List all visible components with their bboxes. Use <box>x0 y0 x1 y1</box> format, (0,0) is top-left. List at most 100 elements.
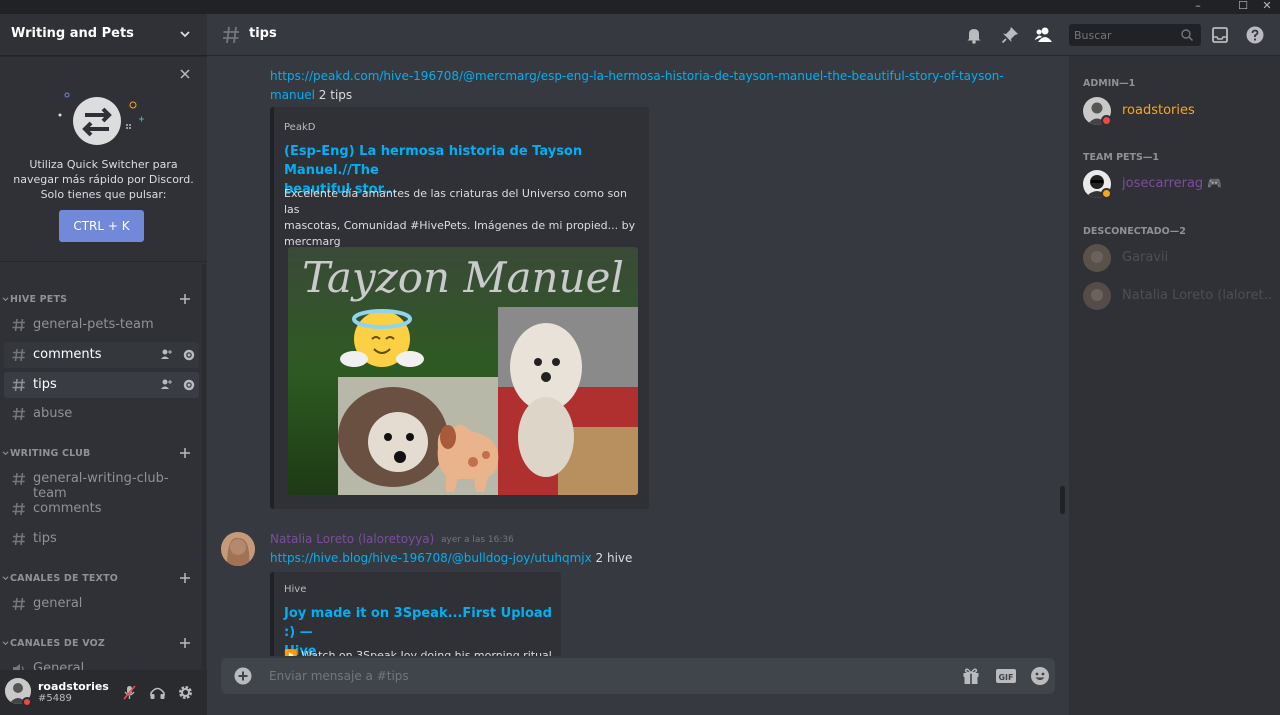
message: https://hive.blog/hive-196708/@bulldog-j… <box>270 549 1030 568</box>
headphones-icon[interactable] <box>149 684 166 701</box>
qs-line: Solo tienes que pulsar: <box>40 188 167 201</box>
message-input[interactable] <box>269 658 949 694</box>
add-channel-icon[interactable] <box>178 571 192 585</box>
chevron-down-icon <box>2 297 9 302</box>
help-icon[interactable] <box>1245 25 1265 45</box>
swap-arrows-icon <box>58 92 144 145</box>
maximize-button[interactable]: ☐ <box>1232 0 1254 14</box>
embed-description: Excelente día amantes de las criaturas d… <box>284 186 639 250</box>
message-link[interactable]: https://peakd.com/hive-196708/@mercmarg/… <box>270 69 1004 83</box>
members-icon[interactable] <box>1034 25 1054 45</box>
hash-icon <box>12 472 25 486</box>
messages-scrollbar-thumb[interactable] <box>1060 486 1065 514</box>
category-label: CANALES DE TEXTO <box>10 573 119 584</box>
member-group-label: ADMIN—1 <box>1083 78 1136 89</box>
embed-desc-line: ▶️ Watch on 3Speak Joy doing his morning… <box>284 649 552 656</box>
embed-provider: PeakD <box>284 122 316 133</box>
hash-icon <box>12 597 25 611</box>
channel-title: tips <box>249 26 277 41</box>
gamepad-icon: 🎮 <box>1207 176 1223 190</box>
channel-abuse[interactable]: abuse <box>4 401 199 427</box>
avatar[interactable] <box>221 532 255 566</box>
quick-switcher-shortcut-button[interactable]: CTRL + K <box>59 210 144 242</box>
guild-name: Writing and Pets <box>11 26 134 41</box>
member-name: Garavii <box>1122 250 1169 265</box>
add-attachment-icon[interactable] <box>234 667 252 685</box>
message-link[interactable]: https://hive.blog/hive-196708/@bulldog-j… <box>270 551 592 565</box>
category-writing-club[interactable]: WRITING CLUB <box>0 445 200 463</box>
minimize-button[interactable]: – <box>1187 0 1209 14</box>
channel-list: HIVE PETS general-pets-team comments tip… <box>0 272 207 672</box>
embed-title-line: Joy made it on 3Speak...First Upload :) … <box>284 606 552 640</box>
channel-general-pets-team[interactable]: general-pets-team <box>4 312 199 338</box>
dnd-status-icon <box>22 697 32 707</box>
hash-icon <box>12 532 25 546</box>
embed-provider: Hive <box>284 584 307 595</box>
user-panel: roadstories #5489 <box>0 670 207 715</box>
discord-app: – ☐ ✕ Writing and Pets Utiliza Quick Swi… <box>0 0 1280 715</box>
channel-tips[interactable]: tips <box>4 372 199 398</box>
embed-image[interactable]: Tayzon Manuel <box>288 247 638 495</box>
add-channel-icon[interactable] <box>178 446 192 460</box>
chevron-down-icon <box>2 641 9 646</box>
channel-general-writing-club-team[interactable]: general-writing-club-team <box>4 466 199 501</box>
link-embed: Hive Joy made it on 3Speak...First Uploa… <box>270 572 561 656</box>
close-icon[interactable] <box>178 67 192 81</box>
bell-icon[interactable] <box>964 25 984 45</box>
category-canales-de-texto[interactable]: CANALES DE TEXTO <box>0 570 200 588</box>
category-label: HIVE PETS <box>10 294 68 305</box>
channel-comments[interactable]: comments <box>4 496 199 522</box>
gear-icon[interactable] <box>177 684 194 701</box>
message-timestamp: ayer a las 16:36 <box>441 535 514 545</box>
message-text: 2 tips <box>314 88 353 102</box>
hash-icon <box>12 348 25 362</box>
embed-title-line: (Esp-Eng) La hermosa historia de Tayson … <box>284 144 583 178</box>
member-group-label: DESCONECTADO—2 <box>1083 226 1186 237</box>
channel-comments[interactable]: comments <box>4 342 199 368</box>
guild-header[interactable]: Writing and Pets <box>0 14 207 56</box>
message-link-continued[interactable]: manuel <box>270 88 315 102</box>
user-tag: #5489 <box>38 693 72 704</box>
gift-icon[interactable] <box>961 666 981 686</box>
search-box <box>1069 24 1201 46</box>
gif-icon[interactable]: GIF <box>995 666 1017 686</box>
quick-switcher-text: Utiliza Quick Switcher para navegar más … <box>8 157 199 202</box>
channel-label: abuse <box>33 406 73 421</box>
invite-settings-icons[interactable] <box>160 348 196 362</box>
search-icon[interactable] <box>1180 28 1194 42</box>
channel-tips[interactable]: tips <box>4 526 199 552</box>
inbox-icon[interactable] <box>1210 25 1230 45</box>
embed-desc-line: Excelente día amantes de las criaturas d… <box>284 187 627 216</box>
member-name-text: josecarrerag <box>1122 176 1204 191</box>
add-channel-icon[interactable] <box>178 292 192 306</box>
invite-settings-icons[interactable] <box>160 378 196 392</box>
member-name: roadstories <box>1122 103 1195 118</box>
chevron-down-icon <box>2 576 9 581</box>
category-hive-pets[interactable]: HIVE PETS <box>0 291 200 309</box>
pin-icon[interactable] <box>1000 25 1020 45</box>
hash-icon <box>223 26 239 44</box>
close-window-button[interactable]: ✕ <box>1256 0 1278 14</box>
hash-icon <box>12 502 25 516</box>
channel-sidebar: Writing and Pets Utiliza Quick Switcher … <box>0 14 207 715</box>
message-author[interactable]: Natalia Loreto (laloretoyya) <box>270 532 434 546</box>
channel-general[interactable]: general <box>4 591 199 617</box>
composer-area: GIF <box>207 656 1069 715</box>
emoji-icon[interactable] <box>1030 666 1050 686</box>
category-canales-de-voz[interactable]: CANALES DE VOZ <box>0 635 200 653</box>
member-item[interactable]: Garavii <box>1077 240 1273 276</box>
member-item[interactable]: josecarrerag 🎮 <box>1077 166 1273 202</box>
dnd-status-icon <box>1101 115 1112 126</box>
channel-label: tips <box>33 377 57 392</box>
category-label: WRITING CLUB <box>10 448 91 459</box>
mic-muted-icon[interactable] <box>121 684 138 701</box>
link-embed: PeakD (Esp-Eng) La hermosa historia de T… <box>270 107 649 509</box>
member-item[interactable]: Natalia Loreto (laloret... <box>1077 278 1273 314</box>
search-input[interactable] <box>1069 24 1179 46</box>
hash-icon <box>12 318 25 332</box>
embed-description: ▶️ Watch on 3Speak Joy doing his morning… <box>284 648 561 656</box>
member-item[interactable]: roadstories <box>1077 93 1273 129</box>
svg-text:GIF: GIF <box>998 673 1013 682</box>
hash-icon <box>12 407 25 421</box>
add-channel-icon[interactable] <box>178 636 192 650</box>
